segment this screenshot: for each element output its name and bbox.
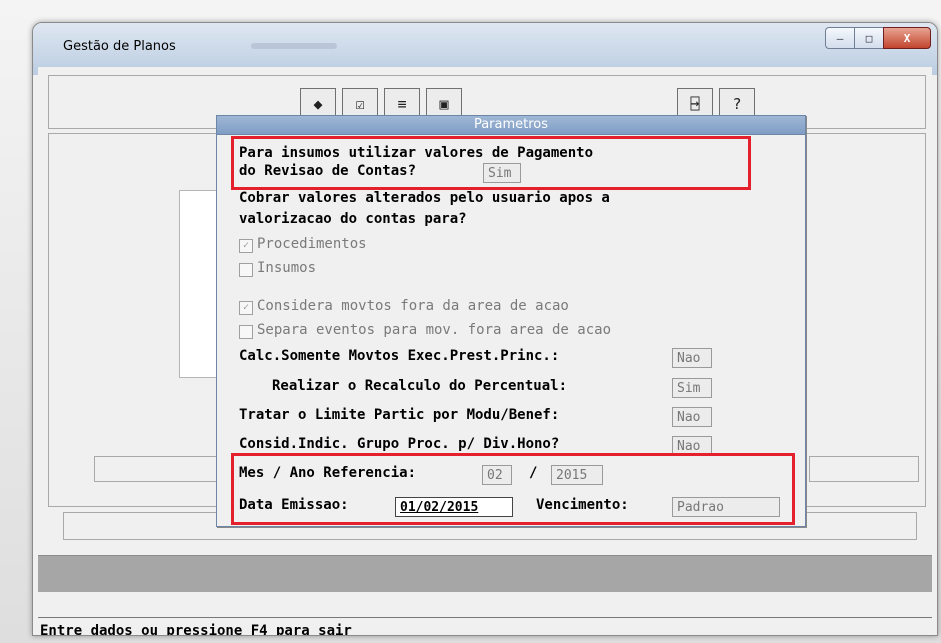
separa-checkbox[interactable] xyxy=(239,325,253,339)
consid-label: Consid.Indic. Grupo Proc. p/ Div.Hono? xyxy=(239,436,560,452)
separa-label: Separa eventos para mov. fora area de ac… xyxy=(257,322,612,338)
calc-value-field[interactable]: Nao xyxy=(672,348,712,368)
right-input-bar[interactable] xyxy=(809,456,919,482)
status-bar: Entre dados ou pressione F4 para sair xyxy=(38,617,932,636)
dialog-title: Parametros xyxy=(217,116,805,135)
considera-label: Considera movtos fora da area de acao xyxy=(257,298,569,314)
grey-band xyxy=(38,555,932,592)
insumos-label: Insumos xyxy=(257,260,317,276)
status-text: Entre dados ou pressione F4 para sair xyxy=(40,623,352,636)
close-button[interactable]: X xyxy=(883,27,931,49)
calc-label: Calc.Somente Movtos Exec.Prest.Princ.: xyxy=(239,348,560,364)
realizar-label: Realizar o Recalculo do Percentual: xyxy=(272,378,568,394)
considera-checkbox[interactable]: ✓ xyxy=(239,301,253,315)
q2-line2: valorizacao do contas para? xyxy=(239,211,467,227)
tratar-label: Tratar o Limite Partic por Modu/Benef: xyxy=(239,407,560,423)
highlight-box-insumos xyxy=(231,136,751,190)
procedimentos-label: Procedimentos xyxy=(257,236,367,252)
insumos-checkbox[interactable] xyxy=(239,263,253,277)
procedimentos-checkbox[interactable]: ✓ xyxy=(239,239,253,253)
window-controls: — □ X xyxy=(825,27,931,51)
maximize-button[interactable]: □ xyxy=(854,27,883,49)
window-title: Gestão de Planos xyxy=(63,39,176,54)
highlight-box-dates xyxy=(231,453,795,525)
title-blur xyxy=(251,43,337,49)
realizar-value-field[interactable]: Sim xyxy=(672,378,712,398)
tratar-value-field[interactable]: Nao xyxy=(672,407,712,427)
minimize-button[interactable]: — xyxy=(825,27,854,49)
left-input-bar[interactable] xyxy=(94,456,226,482)
q2-line1: Cobrar valores alterados pelo usuario ap… xyxy=(239,190,610,206)
